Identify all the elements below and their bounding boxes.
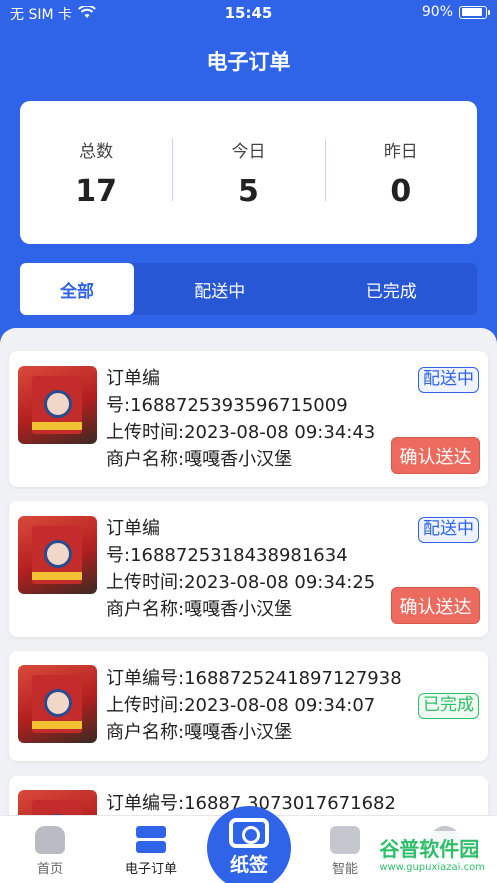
home-icon [35,826,65,854]
stats-card: 总数 17 今日 5 昨日 0 [20,101,477,244]
stat-label: 今日 [231,141,266,162]
order-card[interactable]: 订单编 号:1688725318438981634 上传时间:2023-08-0… [9,501,488,637]
order-list[interactable]: 订单编 号:1688725393596715009 上传时间:2023-08-0… [0,328,497,883]
tab-all[interactable]: 全部 [20,263,134,315]
order-thumbnail [18,366,97,444]
order-thumbnail [18,665,97,743]
stat-label: 总数 [79,141,114,162]
status-bar: 无 SIM 卡 15:45 90% [0,0,497,26]
scan-paper-label-button[interactable]: 纸签 [207,806,291,883]
upload-time: 上传时间:2023-08-08 09:34:25 [106,572,376,593]
stat-label: 昨日 [383,141,418,162]
confirm-delivery-button[interactable]: 确认送达 [391,587,480,624]
stat-value: 0 [390,173,412,209]
merchant-name: 商户名称:嘎嘎香小汉堡 [106,599,293,620]
order-info: 订单编 号:1688725393596715009 上传时间:2023-08-0… [106,365,375,473]
order-info: 订单编 号:1688725318438981634 上传时间:2023-08-0… [106,515,375,623]
orders-icon [136,826,166,854]
stat-total: 总数 17 [20,137,172,209]
order-thumbnail [18,516,97,594]
upload-time: 上传时间:2023-08-08 09:34:43 [106,422,376,443]
smart-icon [330,826,360,854]
order-number-line: 订单编号:1688725241897127938 [106,668,402,689]
tab-delivering[interactable]: 配送中 [134,263,306,315]
watermark-sub: www.gupuxiazai.com [379,862,485,873]
order-card[interactable]: 订单编号:1688725241897127938 上传时间:2023-08-08… [9,651,488,761]
tab-completed[interactable]: 已完成 [306,263,478,315]
order-number-line: 号:1688725318438981634 [106,545,348,566]
tab-home-label: 首页 [36,862,63,877]
battery-icon [459,5,490,19]
watermark-main: 谷普软件园 [379,837,480,861]
stat-today: 今日 5 [172,137,324,209]
stat-yesterday: 昨日 0 [324,137,477,209]
confirm-delivery-button[interactable]: 确认送达 [391,437,480,474]
tab-electronic-orders[interactable]: 电子订单 [111,826,191,877]
merchant-name: 商户名称:嘎嘎香小汉堡 [106,449,293,470]
status-badge: 配送中 [418,367,479,393]
stat-value: 5 [238,173,259,209]
order-card[interactable]: 订单编 号:1688725393596715009 上传时间:2023-08-0… [9,351,488,487]
order-number-line: 订单编 [106,518,160,539]
page-title: 电子订单 [206,50,291,74]
tab-home[interactable]: 首页 [10,826,90,877]
merchant-name: 商户名称:嘎嘎香小汉堡 [106,722,293,743]
order-filter-tabs: 全部 配送中 已完成 [20,263,477,315]
battery-percent: 90% [421,4,453,20]
watermark-logo: 谷普软件园 www.gupuxiazai.com [373,831,491,875]
status-badge: 配送中 [418,517,479,543]
order-number-line: 号:1688725393596715009 [106,395,348,416]
camera-icon [229,818,269,848]
order-number-line: 订单编 [106,368,160,389]
stat-value: 17 [75,173,118,209]
tab-orders-label: 电子订单 [124,862,177,877]
scan-label: 纸签 [229,854,268,876]
upload-time: 上传时间:2023-08-08 09:34:07 [106,695,376,716]
status-badge: 已完成 [418,693,479,719]
order-info: 订单编号:1688725241897127938 上传时间:2023-08-08… [106,665,402,746]
